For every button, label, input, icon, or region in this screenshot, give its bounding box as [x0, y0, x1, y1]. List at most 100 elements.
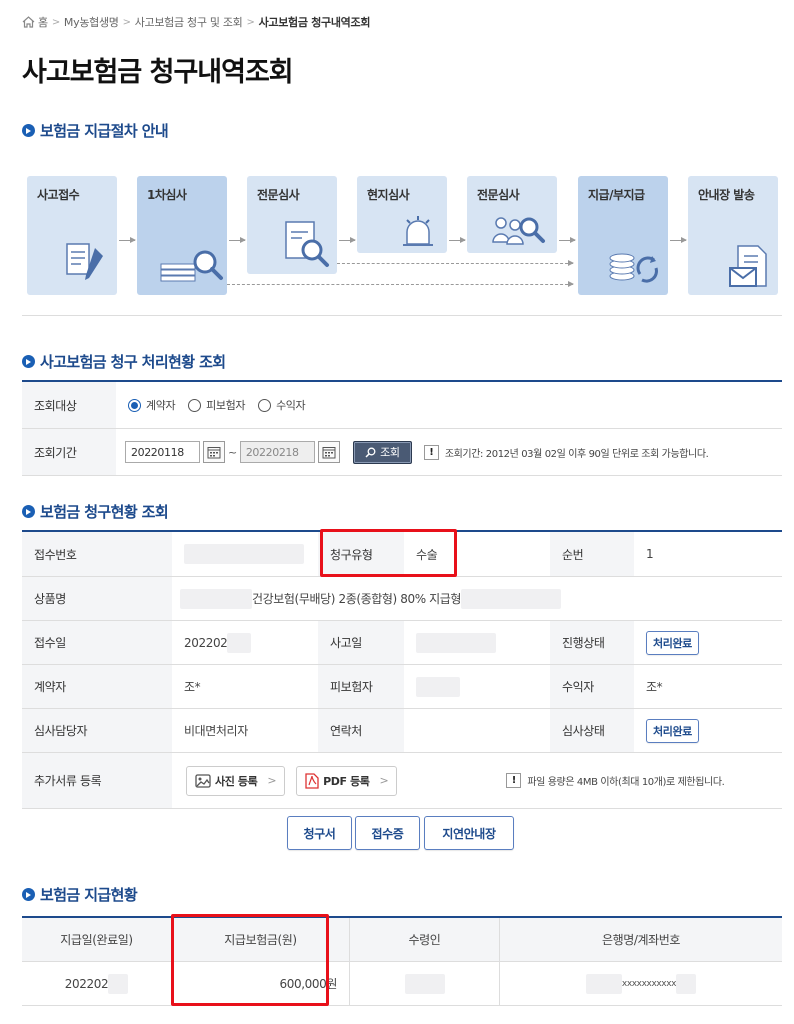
process-step-expert-review-2: 전문심사 [467, 176, 557, 253]
chevron-right-icon: > [267, 774, 277, 787]
file-notice: ! 파일 용량은 4MB 이하(최대 10개)로 제한됩니다. [506, 773, 725, 788]
search-button[interactable]: 조회 [352, 440, 412, 464]
masked-value [416, 632, 496, 653]
contractor-label: 계약자 [22, 665, 172, 708]
receipt-date-label: 접수일 [22, 621, 172, 664]
progress-value-cell: 처리완료 [634, 621, 782, 664]
home-icon[interactable] [22, 16, 35, 28]
documents-magnifier-icon [160, 250, 223, 282]
flow-arrow [449, 237, 466, 243]
payment-date-value: 202202 [64, 976, 109, 991]
claim-form-button[interactable]: 청구서 [287, 816, 352, 850]
chevron-right-icon: > [379, 774, 389, 787]
section-payment-heading: 보험금 지급현황 [22, 884, 138, 905]
reviewer-value: 비대면처리자 [184, 724, 248, 738]
exclamation-icon: ! [506, 773, 522, 788]
review-status-label: 심사상태 [550, 709, 634, 752]
flow-arrow [229, 237, 246, 243]
document-envelope-icon [729, 245, 767, 287]
people-search-icon [492, 217, 545, 245]
process-step-label: 1차심사 [147, 188, 187, 202]
search-period-label: 조회기간 [22, 429, 116, 475]
beneficiary-label: 수익자 [550, 665, 634, 708]
search-target-options: 계약자 피보험자 수익자 [116, 382, 782, 428]
radio-beneficiary[interactable]: 수익자 [258, 397, 306, 413]
radio-button[interactable] [258, 398, 272, 412]
flow-bypass-arrow [337, 260, 574, 266]
radio-button-selected[interactable] [128, 398, 141, 412]
calendar-icon[interactable] [317, 441, 340, 463]
receipt-date-value: 202202 [184, 635, 228, 650]
payment-date-cell: 202202 [22, 962, 172, 1005]
payment-table: 지급일(완료일) 지급보험금(원) 수령인 은행명/계좌번호 202202 60… [22, 916, 782, 1006]
chevron-right-icon: > [51, 16, 60, 28]
masked-value [461, 588, 562, 609]
status-search-table: 조회대상 계약자 피보험자 수익자 조회기간 20220118 ~ 202202… [22, 380, 782, 476]
breadcrumb-home[interactable]: 홈 [38, 14, 48, 30]
flow-arrow [339, 237, 356, 243]
seq-value: 1 [646, 547, 654, 561]
table-row: 계약자 조* 피보험자 수익자 조* [22, 665, 782, 709]
process-step-label: 전문심사 [477, 188, 520, 202]
process-step-label: 전문심사 [257, 188, 300, 202]
contact-label: 연락처 [318, 709, 404, 752]
search-target-label: 조회대상 [22, 382, 116, 428]
flow-bypass-arrow [227, 281, 574, 287]
radio-label: 수익자 [276, 399, 306, 412]
photo-upload-label: 사진 등록 [215, 774, 258, 788]
receipt-button[interactable]: 접수증 [355, 816, 420, 850]
photo-upload-button[interactable]: 사진 등록 > [186, 765, 286, 796]
masked-value [180, 588, 252, 609]
delay-notice-button[interactable]: 지연안내장 [424, 816, 514, 850]
search-icon [365, 447, 376, 458]
table-row: 추가서류 등록 사진 등록 > PDF 등록 > ! 파일 용량은 4MB 이하… [22, 753, 782, 809]
radio-insured[interactable]: 피보험자 [188, 397, 245, 413]
additional-docs-cell: 사진 등록 > PDF 등록 > ! 파일 용량은 4MB 이하(최대 10개)… [172, 753, 782, 808]
section-status-heading: 사고보험금 청구 처리현황 조회 [22, 351, 226, 372]
account-value: xxxxxxxxxxx [621, 978, 677, 989]
coins-exchange-icon [609, 253, 658, 283]
chevron-right-icon: > [246, 16, 255, 28]
receipt-no-label: 접수번호 [22, 532, 172, 576]
review-status-cell: 처리완료 [634, 709, 782, 752]
section-payment-title: 보험금 지급현황 [40, 886, 138, 904]
process-step-label: 안내장 발송 [698, 188, 755, 202]
search-target-row: 조회대상 계약자 피보험자 수익자 [22, 382, 782, 429]
table-row: 202202 600,000원 xxxxxxxxxxx [22, 962, 782, 1006]
pdf-upload-button[interactable]: PDF 등록 > [296, 765, 398, 796]
radio-label: 계약자 [146, 399, 176, 412]
page-title: 사고보험금 청구내역조회 [22, 57, 294, 88]
breadcrumb-item-my[interactable]: My농협생명 [64, 14, 119, 30]
receipt-date-cell: 202202 [172, 621, 318, 664]
date-to-field[interactable]: 20220218 [239, 441, 315, 463]
masked-value [404, 973, 445, 994]
contact-value [404, 709, 550, 752]
column-header-account: 은행명/계좌번호 [601, 933, 681, 947]
process-step-label: 사고접수 [37, 188, 80, 202]
masked-value [416, 676, 460, 697]
process-step-payment: 지급/부지급 [578, 176, 668, 295]
section-process-title: 보험금 지급절차 안내 [40, 122, 169, 140]
breadcrumb: 홈 > My농협생명 > 사고보험금 청구 및 조회 > 사고보험금 청구내역조… [22, 14, 370, 30]
file-notice-text: 파일 용량은 4MB 이하(최대 10개)로 제한됩니다. [527, 777, 725, 788]
alarm-light-icon [403, 216, 433, 246]
seq-label: 순번 [550, 532, 634, 576]
exclamation-icon: ! [423, 444, 439, 460]
table-row: 상품명 건강보험(무배당) 2종(종합형) 80% 지급형 [22, 577, 782, 621]
section-bullet-icon [22, 505, 35, 518]
radio-contractor[interactable]: 계약자 [128, 397, 176, 413]
progress-status-badge[interactable]: 처리완료 [646, 630, 699, 655]
product-label: 상품명 [22, 577, 172, 620]
image-icon [195, 773, 211, 788]
calendar-icon[interactable] [203, 441, 225, 463]
pdf-icon [305, 772, 319, 789]
process-step-receipt: 사고접수 [27, 176, 117, 295]
period-notice: ! 조회기간: 2012년 03월 02일 이후 90일 단위로 조회 가능합니… [423, 444, 709, 460]
search-button-label: 조회 [380, 446, 400, 459]
review-status-badge[interactable]: 처리완료 [646, 718, 699, 743]
section-bullet-icon [22, 355, 35, 368]
flow-arrow [670, 237, 687, 243]
breadcrumb-item-claim[interactable]: 사고보험금 청구 및 조회 [135, 14, 243, 30]
radio-button[interactable] [188, 398, 202, 412]
date-from-field[interactable]: 20220118 [125, 441, 200, 463]
